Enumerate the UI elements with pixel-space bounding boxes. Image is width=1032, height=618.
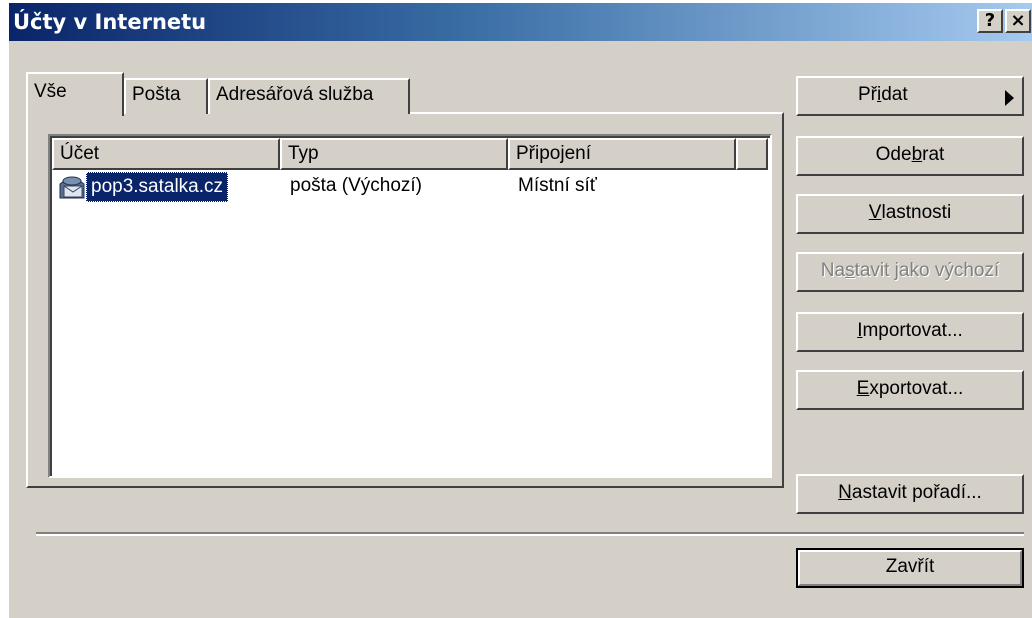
set-default-button[interactable]: Nastavit jako výchozí [796, 252, 1024, 292]
column-header-connection[interactable]: Připojení [508, 138, 736, 170]
close-button[interactable]: Zavřít [796, 548, 1024, 588]
tab-mail-label: Pošta [132, 84, 181, 105]
help-button[interactable]: ? [977, 9, 1003, 33]
close-window-button[interactable]: × [1005, 9, 1031, 33]
account-type: pošta (Výchozí) [290, 175, 422, 196]
account-connection: Místní síť [518, 175, 597, 196]
list-item[interactable]: pop3.satalka.cz pošta (Výchozí) Místní s… [52, 172, 768, 202]
properties-button[interactable]: Vlastnosti [796, 194, 1024, 234]
add-button[interactable]: Přidat [796, 76, 1024, 116]
separator [36, 532, 1024, 536]
tab-all-label: Vše [34, 81, 67, 102]
tab-directory-service-label: Adresářová služba [216, 84, 374, 105]
tab-all[interactable]: Vše [26, 72, 124, 116]
column-header-account[interactable]: Účet [52, 138, 280, 170]
window-title: Účty v Internetu [13, 10, 207, 34]
column-header-filler [736, 138, 768, 170]
mail-account-icon [56, 172, 88, 211]
tab-mail[interactable]: Pošta [124, 78, 208, 114]
accounts-list[interactable]: Účet Typ Připojení pop3.satalka.cz pošta… [48, 134, 772, 478]
set-order-button[interactable]: Nastavit pořadí... [796, 474, 1024, 514]
tab-directory-service[interactable]: Adresářová služba [208, 78, 410, 114]
column-header-type[interactable]: Typ [280, 138, 508, 170]
account-name: pop3.satalka.cz [86, 172, 229, 202]
export-button[interactable]: Exportovat... [796, 370, 1024, 410]
submenu-arrow-icon [1005, 90, 1014, 106]
title-bar[interactable]: Účty v Internetu ? × [9, 3, 1032, 41]
import-button[interactable]: Importovat... [796, 312, 1024, 352]
remove-button[interactable]: Odebrat [796, 136, 1024, 176]
